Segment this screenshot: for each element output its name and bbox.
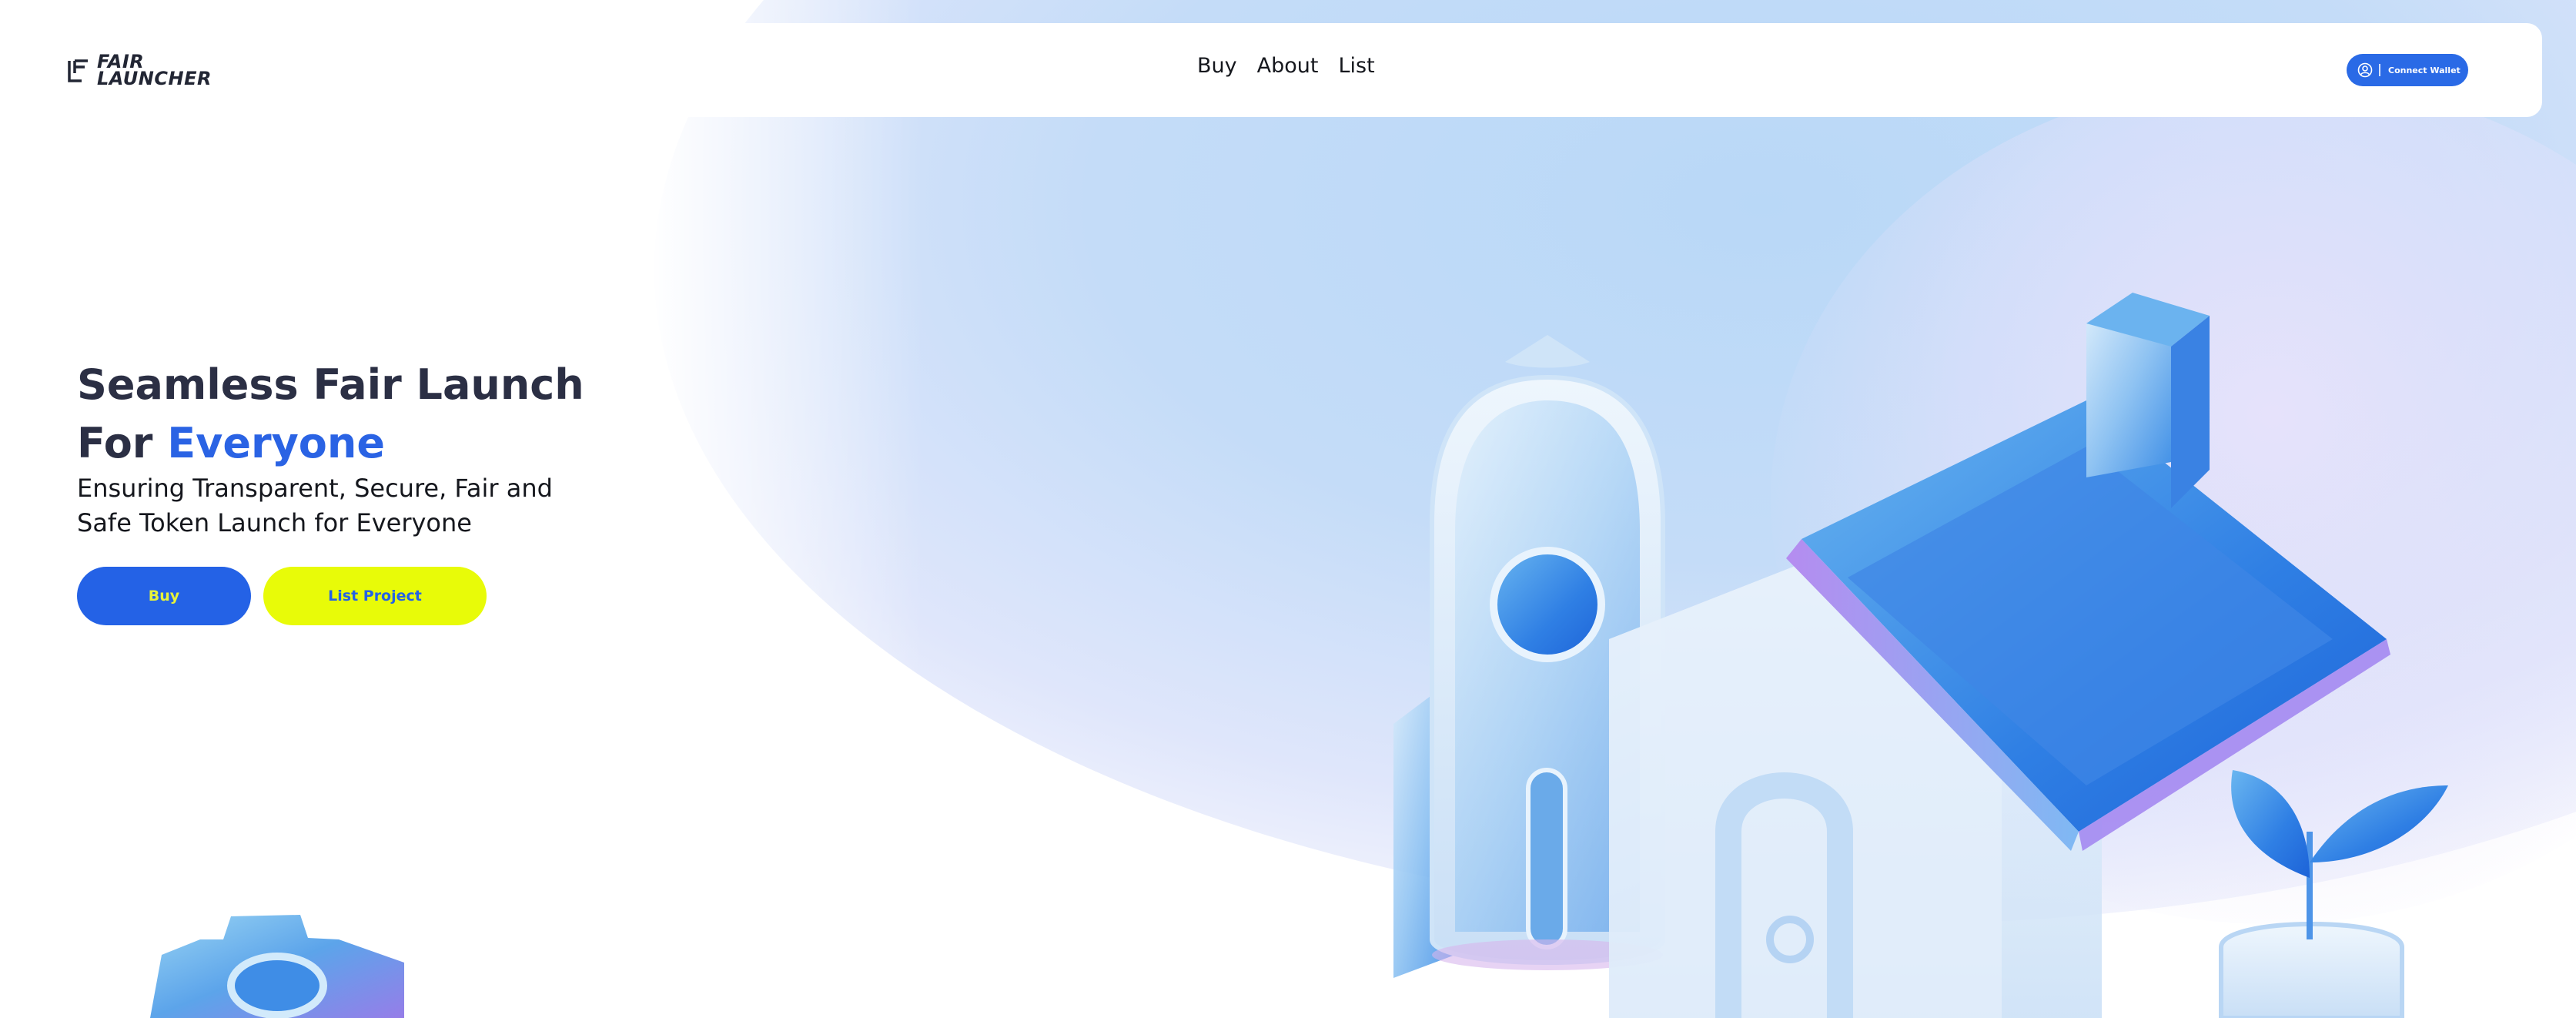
hero-title: Seamless Fair Launch For Everyone — [77, 356, 584, 473]
nav-buy[interactable]: Buy — [1197, 54, 1237, 78]
nav-list[interactable]: List — [1338, 54, 1374, 78]
house-illustration — [1609, 293, 2390, 1018]
user-circle-icon — [2357, 62, 2373, 78]
list-project-button[interactable]: List Project — [263, 567, 487, 625]
logo-mark-icon — [68, 59, 88, 82]
nav-about[interactable]: About — [1257, 54, 1319, 78]
divider — [2379, 64, 2380, 76]
hero-title-line1: Seamless Fair Launch — [77, 360, 584, 409]
connect-wallet-button[interactable]: Connect Wallet — [2347, 54, 2468, 86]
top-navbar: FAIR LAUNCHER Buy About List Connect Wal… — [23, 23, 2542, 117]
connect-wallet-label: Connect Wallet — [2388, 65, 2461, 75]
logo-text-launcher: LAUNCHER — [97, 68, 212, 89]
hero-illustration — [1393, 293, 2448, 1018]
hero-subtitle: Ensuring Transparent, Secure, Fair and S… — [77, 474, 553, 537]
main-nav: Buy About List — [1197, 54, 1375, 78]
logo[interactable]: FAIR LAUNCHER — [65, 51, 212, 89]
buy-button[interactable]: Buy — [77, 567, 251, 625]
gear-illustration — [150, 915, 404, 1018]
hero-title-prefix: For — [77, 419, 153, 467]
hero-title-accent: Everyone — [167, 419, 385, 467]
plant-illustration — [2219, 770, 2448, 1018]
